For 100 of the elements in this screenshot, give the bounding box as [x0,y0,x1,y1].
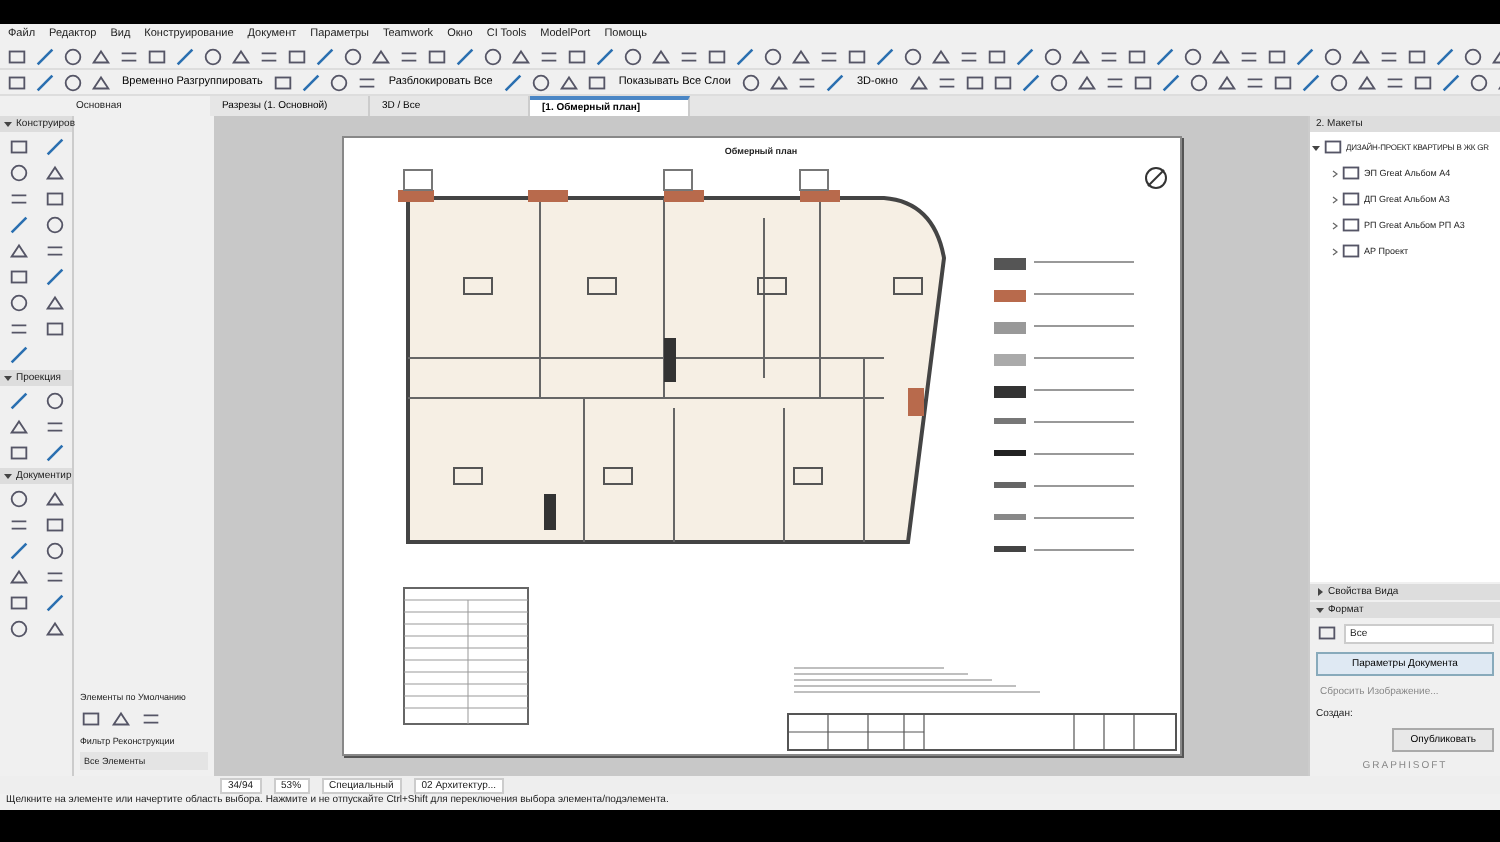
tool-icon[interactable] [44,318,66,340]
tool-icon[interactable] [1327,71,1350,93]
tool-icon[interactable] [1154,45,1176,67]
tool-icon[interactable] [8,344,30,366]
tool-icon[interactable] [1182,45,1204,67]
tool-icon[interactable] [44,514,66,536]
tool-icon[interactable] [930,45,952,67]
tool-icon[interactable] [44,162,66,184]
tool-icon[interactable] [146,45,168,67]
tool-icon[interactable] [824,71,847,93]
tool-icon[interactable] [286,45,308,67]
tool-icon[interactable] [482,45,504,67]
tool-icon[interactable] [1126,45,1148,67]
tool-icon[interactable] [34,45,56,67]
tool-icon[interactable] [8,592,30,614]
tool-icon[interactable] [44,442,66,464]
tool-icon[interactable] [530,71,553,93]
tool-icon[interactable] [8,318,30,340]
tool-icon[interactable] [1131,71,1154,93]
tool-icon[interactable] [80,708,102,730]
tool-icon[interactable] [8,416,30,438]
tool-icon[interactable] [8,188,30,210]
tool-icon[interactable] [1299,71,1322,93]
tool-icon[interactable] [454,45,476,67]
tool-icon[interactable] [594,45,616,67]
tool-icon[interactable] [502,71,525,93]
caret-icon[interactable] [1312,143,1320,151]
tool-icon[interactable] [874,45,896,67]
tool-icon[interactable] [8,488,30,510]
tool-icon[interactable] [300,71,323,93]
tool-icon[interactable] [44,618,66,640]
tool-icon[interactable] [8,514,30,536]
tool-icon[interactable] [44,390,66,412]
tool-icon[interactable] [650,45,672,67]
tool-icon[interactable] [1271,71,1294,93]
tool-icon[interactable] [986,45,1008,67]
tool-icon[interactable] [1355,71,1378,93]
tool-icon[interactable] [706,45,728,67]
tool-icon[interactable] [44,188,66,210]
tool-icon[interactable] [1075,71,1098,93]
tool-icon[interactable] [1210,45,1232,67]
tool-icon[interactable] [8,240,30,262]
tool-icon[interactable] [1434,45,1456,67]
tool-icon[interactable] [110,708,132,730]
tool-icon[interactable] [44,214,66,236]
tool-icon[interactable] [1340,162,1362,184]
tool-icon[interactable] [44,292,66,314]
tool-icon[interactable] [90,45,112,67]
tool-icon[interactable] [1316,622,1338,644]
tool-icon[interactable] [1322,136,1344,158]
tool-icon[interactable] [762,45,784,67]
tool-icon[interactable] [44,592,66,614]
chevron-icon[interactable] [1332,221,1338,229]
chevron-icon[interactable] [1332,247,1338,255]
tool-icon[interactable] [740,71,763,93]
tool-icon[interactable] [8,162,30,184]
tool-icon[interactable] [558,71,581,93]
tool-icon[interactable] [44,566,66,588]
caret-icon[interactable] [4,120,12,128]
tool-icon[interactable] [6,71,28,93]
tool-icon[interactable] [44,416,66,438]
tool-icon[interactable] [314,45,336,67]
tool-icon[interactable] [510,45,532,67]
tool-icon[interactable] [1340,214,1362,236]
caret-icon[interactable] [4,472,12,480]
tool-icon[interactable] [8,214,30,236]
tool-icon[interactable] [8,136,30,158]
tool-icon[interactable] [1350,45,1372,67]
tool-icon[interactable] [1462,45,1484,67]
caret-icon[interactable] [1316,606,1324,614]
tool-icon[interactable] [8,618,30,640]
tool-icon[interactable] [1070,45,1092,67]
tool-icon[interactable] [734,45,756,67]
tool-icon[interactable] [1215,71,1238,93]
tool-icon[interactable] [426,45,448,67]
tool-icon[interactable] [1187,71,1210,93]
chevron-icon[interactable] [1332,195,1338,203]
tool-icon[interactable] [1042,45,1064,67]
tool-icon[interactable] [34,71,56,93]
tool-icon[interactable] [1439,71,1462,93]
tool-icon[interactable] [44,540,66,562]
chevron-icon[interactable] [1332,169,1338,177]
tool-icon[interactable] [8,442,30,464]
tool-icon[interactable] [8,566,30,588]
tool-icon[interactable] [1340,188,1362,210]
tool-icon[interactable] [1019,71,1042,93]
tool-icon[interactable] [230,45,252,67]
tool-icon[interactable] [140,708,162,730]
tool-icon[interactable] [8,390,30,412]
tool-icon[interactable] [8,540,30,562]
tool-icon[interactable] [1322,45,1344,67]
tool-icon[interactable] [328,71,351,93]
tool-icon[interactable] [272,71,295,93]
tool-icon[interactable] [1266,45,1288,67]
caret-icon[interactable] [1316,588,1324,596]
tool-icon[interactable] [586,71,609,93]
tool-icon[interactable] [8,266,30,288]
tool-icon[interactable] [44,240,66,262]
tool-icon[interactable] [1340,240,1362,262]
tool-icon[interactable] [790,45,812,67]
